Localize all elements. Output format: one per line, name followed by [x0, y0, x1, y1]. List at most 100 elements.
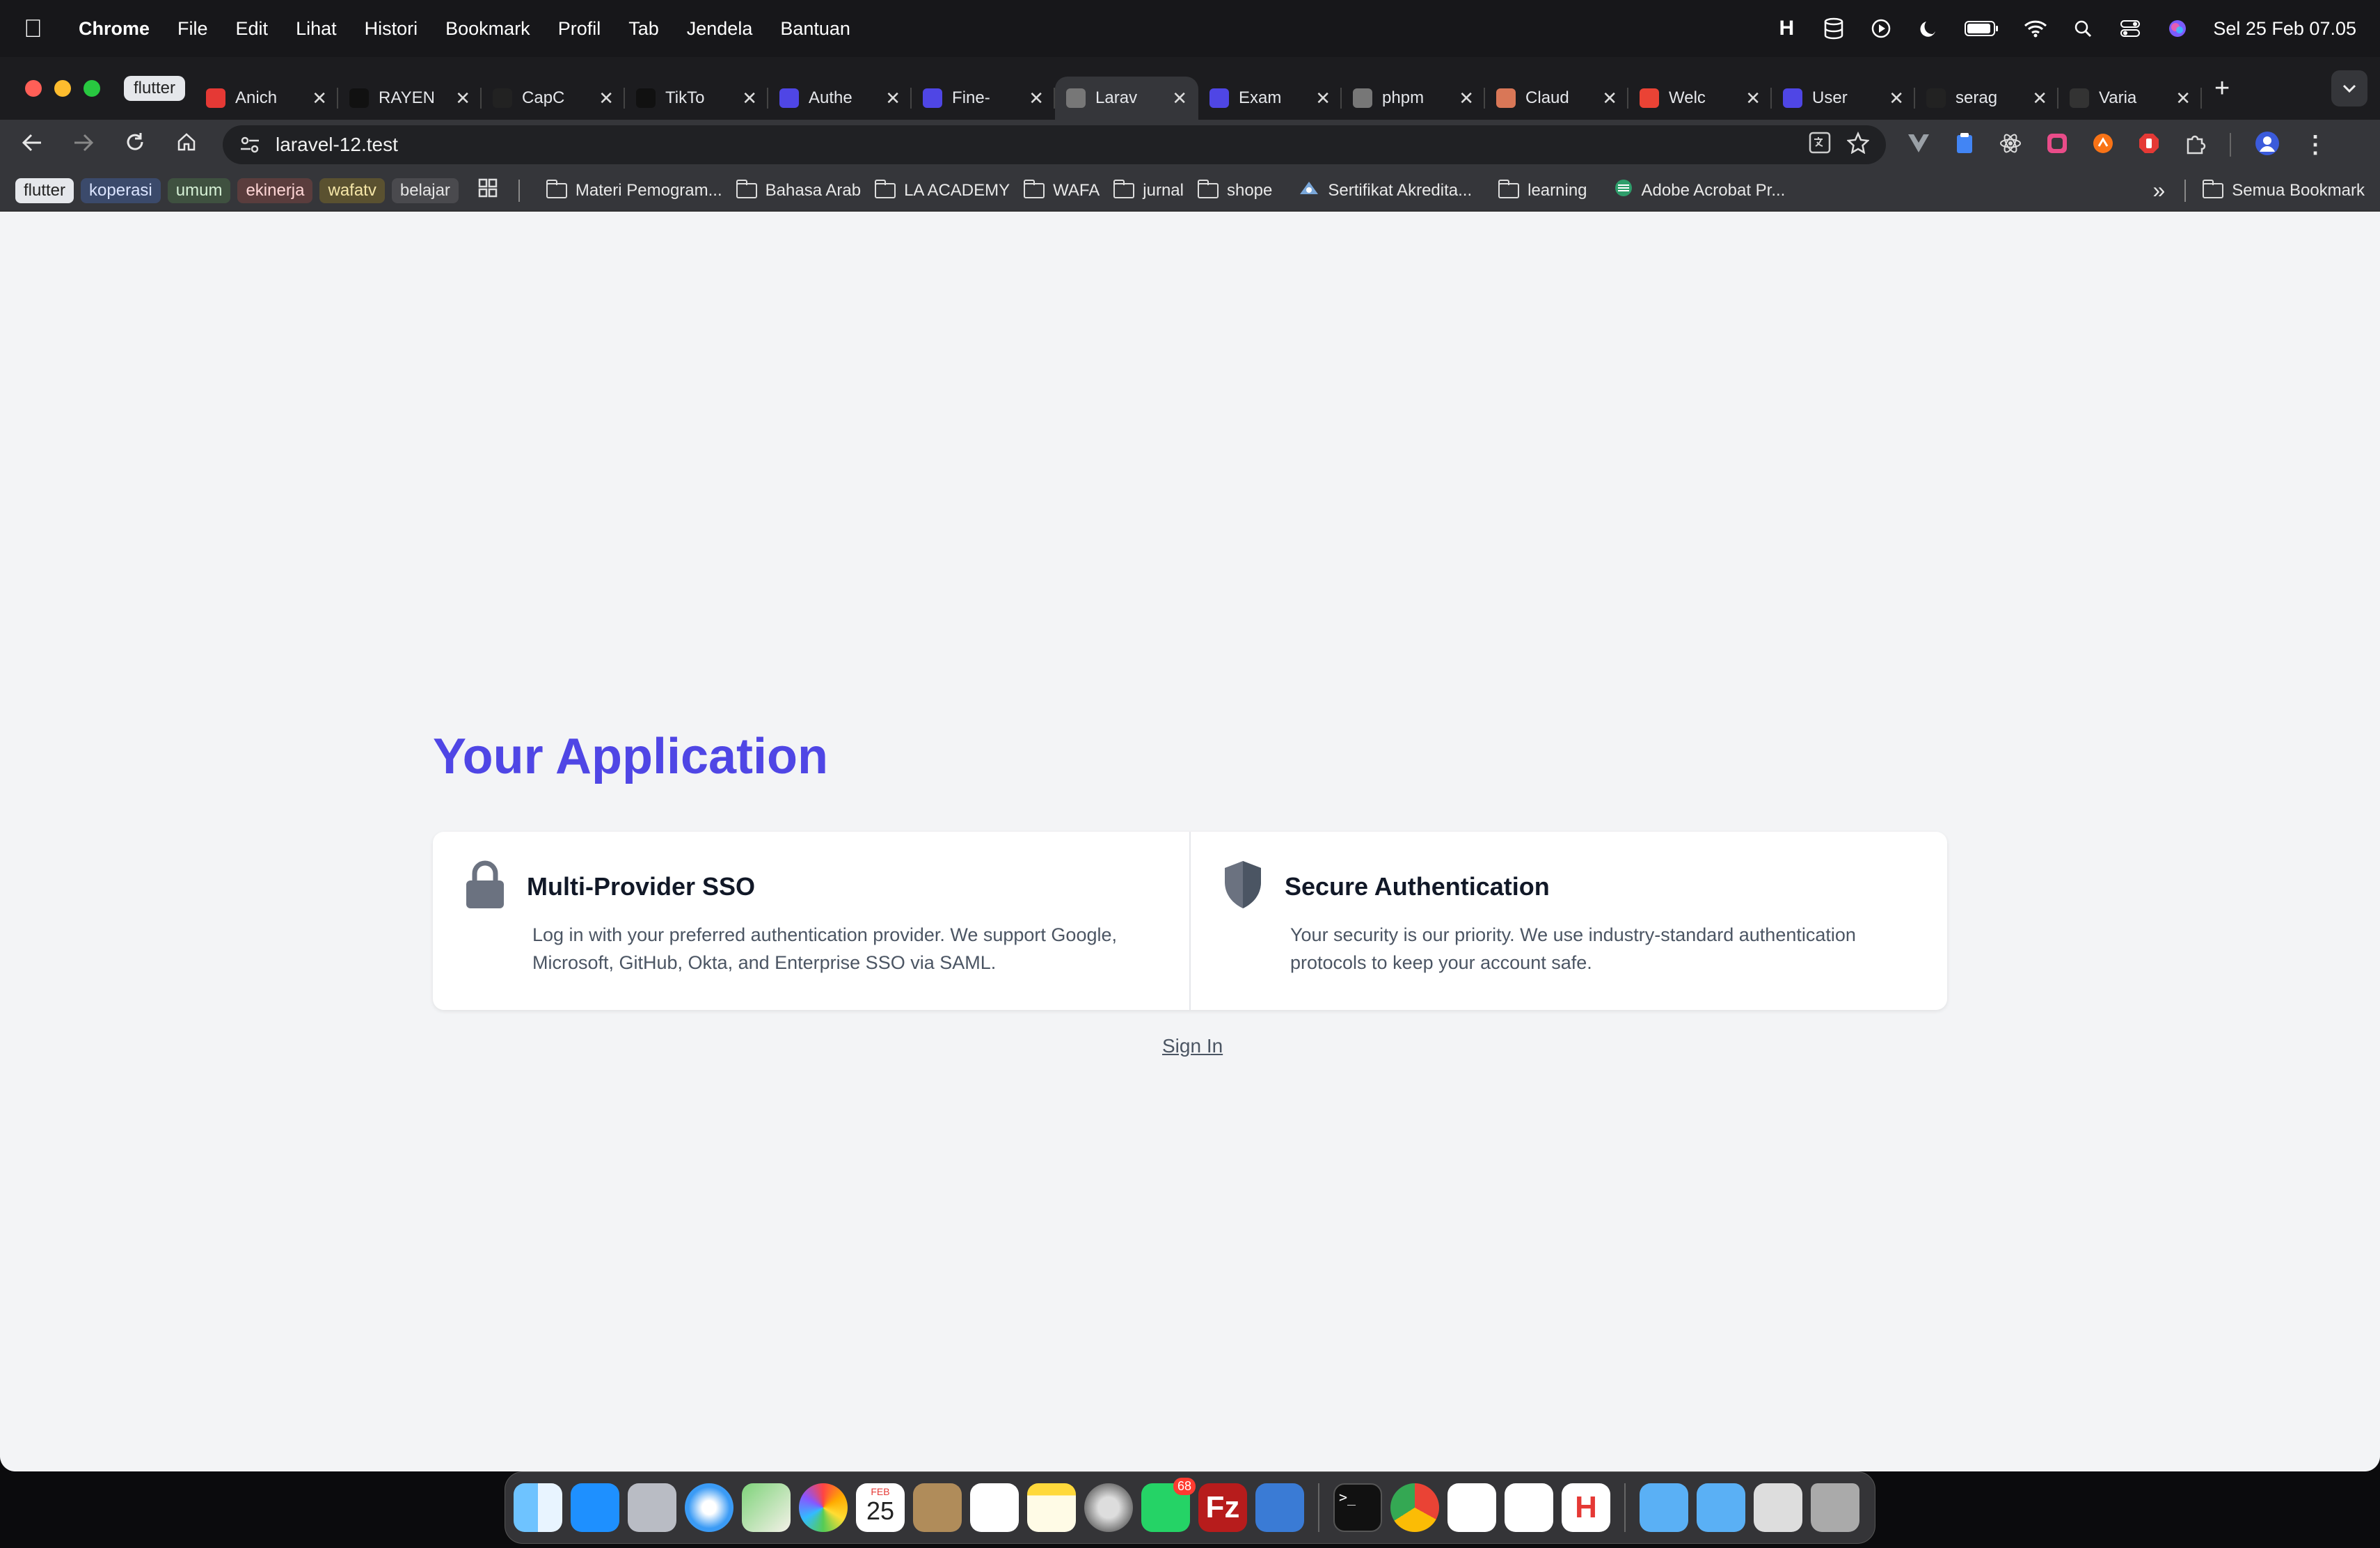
tab-7[interactable]: Exam ✕ [1198, 77, 1342, 120]
documents-stack-icon[interactable] [1754, 1483, 1802, 1532]
chrome-menu-icon[interactable]: ⋮ [2303, 131, 2327, 159]
forward-button[interactable] [68, 132, 99, 159]
calendar-icon[interactable]: FEB 25 [856, 1483, 905, 1532]
close-tab-icon[interactable]: ✕ [312, 88, 327, 109]
react-devtools-icon[interactable] [1999, 132, 2022, 159]
bookmark-adobe[interactable]: Adobe Acrobat Pr... [1614, 178, 1785, 203]
bookmark-folder-learning[interactable]: learning [1498, 179, 1587, 200]
menu-history[interactable]: Histori [365, 18, 418, 40]
notes-icon[interactable] [1027, 1483, 1076, 1532]
close-tab-icon[interactable]: ✕ [1029, 88, 1044, 109]
vscode-icon[interactable] [1505, 1483, 1553, 1532]
close-window-button[interactable] [25, 80, 42, 97]
play-circle-icon[interactable] [1869, 17, 1893, 40]
database-icon[interactable] [1822, 17, 1846, 40]
close-tab-icon[interactable]: ✕ [885, 88, 901, 109]
bookmark-group-1[interactable]: koperasi [81, 177, 161, 203]
profile-avatar[interactable] [2255, 131, 2280, 159]
tab-13[interactable]: Varia ✕ [2058, 77, 2203, 120]
reload-button[interactable] [120, 132, 150, 159]
tab-2[interactable]: CapC ✕ [482, 77, 626, 120]
menu-edit[interactable]: Edit [236, 18, 269, 40]
bookmark-group-2[interactable]: umum [167, 177, 231, 203]
bookmark-star-icon[interactable] [1846, 131, 1870, 159]
herd-icon[interactable]: H [1775, 17, 1798, 40]
menu-bookmarks[interactable]: Bookmark [445, 18, 530, 40]
tab-5[interactable]: Fine- ✕ [912, 77, 1056, 120]
herd-app-icon[interactable]: H [1562, 1483, 1610, 1532]
bookmark-group-4[interactable]: wafatv [319, 177, 385, 203]
tab-3[interactable]: TikTo ✕ [625, 77, 769, 120]
sign-in-link[interactable]: Sign In [1162, 1035, 1223, 1057]
color-picker-extension-icon[interactable] [2046, 132, 2068, 158]
tab-12[interactable]: serag ✕ [1915, 77, 2059, 120]
menu-tab[interactable]: Tab [628, 18, 659, 40]
spotlight-search-icon[interactable] [2071, 17, 2095, 40]
contacts-icon[interactable] [913, 1483, 962, 1532]
address-url[interactable]: laravel-12.test [276, 134, 1793, 156]
apple-menu-icon[interactable]:  [24, 14, 42, 43]
control-center-icon[interactable] [2118, 17, 2142, 40]
tab-4[interactable]: Authe ✕ [768, 77, 912, 120]
more-bookmarks-icon[interactable]: » [2152, 177, 2165, 203]
close-tab-icon[interactable]: ✕ [455, 88, 470, 109]
tab-6[interactable]: Larav ✕ [1055, 77, 1199, 120]
new-tab-button[interactable]: + [2214, 74, 2230, 104]
close-tab-icon[interactable]: ✕ [1315, 88, 1331, 109]
tab-1[interactable]: RAYEN ✕ [338, 77, 482, 120]
bookmark-folder-0[interactable]: Materi Pemogram... [546, 179, 722, 200]
app-store-icon[interactable] [571, 1483, 619, 1532]
bookmark-group-3[interactable]: ekinerja [237, 177, 313, 203]
tab-search-button[interactable] [2331, 70, 2367, 106]
menu-app-name[interactable]: Chrome [79, 18, 150, 40]
menu-window[interactable]: Jendela [687, 18, 753, 40]
wifi-icon[interactable] [2024, 17, 2047, 40]
bookmark-sertifikat[interactable]: Sertifikat Akredita... [1299, 179, 1472, 202]
reminders-icon[interactable] [970, 1483, 1019, 1532]
downloads-folder-icon[interactable] [1697, 1483, 1745, 1532]
folder-stack-icon[interactable] [1640, 1483, 1688, 1532]
bookmark-group-5[interactable]: belajar [391, 177, 459, 203]
apps-grid-icon[interactable] [478, 178, 498, 203]
bookmark-folder-1[interactable]: Bahasa Arab [736, 179, 861, 200]
bookmark-folder-4[interactable]: jurnal [1113, 179, 1184, 200]
close-tab-icon[interactable]: ✕ [1602, 88, 1617, 109]
photos-icon[interactable] [799, 1483, 848, 1532]
menu-profiles[interactable]: Profil [558, 18, 601, 40]
vue-devtools-icon[interactable] [1907, 133, 1930, 157]
tab-9[interactable]: Claud ✕ [1485, 77, 1629, 120]
maps-icon[interactable] [742, 1483, 791, 1532]
close-tab-icon[interactable]: ✕ [1459, 88, 1474, 109]
moon-icon[interactable] [1917, 17, 1940, 40]
menu-file[interactable]: File [177, 18, 208, 40]
filezilla-icon[interactable]: Fz [1198, 1483, 1247, 1532]
siri-icon[interactable] [2166, 17, 2189, 40]
address-bar[interactable]: laravel-12.test [223, 125, 1886, 164]
clipboard-extension-icon[interactable] [1954, 132, 1975, 158]
chrome-icon[interactable] [1390, 1483, 1439, 1532]
launchpad-icon[interactable] [628, 1483, 676, 1532]
tab-8[interactable]: phpm ✕ [1342, 77, 1486, 120]
tab-11[interactable]: User ✕ [1772, 77, 1916, 120]
capcut-icon[interactable] [1447, 1483, 1496, 1532]
bookmark-folder-3[interactable]: WAFA [1024, 179, 1100, 200]
menu-help[interactable]: Bantuan [780, 18, 850, 40]
tab-0[interactable]: Anich ✕ [195, 77, 339, 120]
battery-icon[interactable] [1964, 17, 2000, 40]
close-tab-icon[interactable]: ✕ [1889, 88, 1904, 109]
extensions-puzzle-icon[interactable] [2184, 132, 2206, 158]
translate-icon[interactable] [1808, 131, 1832, 159]
menubar-clock[interactable]: Sel 25 Feb 07.05 [2213, 18, 2356, 40]
trash-icon[interactable] [1811, 1483, 1859, 1532]
adblock-extension-icon[interactable] [2138, 132, 2160, 158]
back-button[interactable] [17, 132, 47, 159]
bookmark-group-0[interactable]: flutter [15, 177, 74, 203]
xcode-instruments-icon[interactable] [1255, 1483, 1304, 1532]
tab-group-flutter[interactable]: flutter [124, 76, 186, 101]
bookmark-folder-5[interactable]: shope [1197, 179, 1272, 200]
close-tab-icon[interactable]: ✕ [2032, 88, 2047, 109]
system-settings-icon[interactable] [1084, 1483, 1133, 1532]
close-tab-icon[interactable]: ✕ [1172, 88, 1187, 109]
close-tab-icon[interactable]: ✕ [1745, 88, 1761, 109]
all-bookmarks-button[interactable]: Semua Bookmark [2203, 179, 2365, 200]
